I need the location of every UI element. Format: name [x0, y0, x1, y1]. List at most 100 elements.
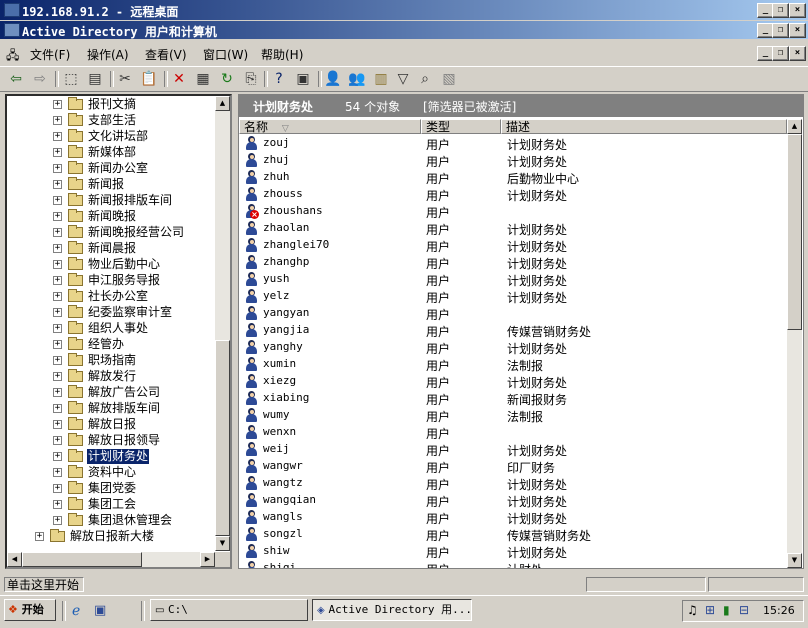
expand-icon[interactable]: +: [53, 196, 62, 205]
start-button[interactable]: ❖ 开始: [4, 599, 56, 621]
expand-icon[interactable]: +: [53, 436, 62, 445]
tree-scroll-right-button[interactable]: ▶: [200, 552, 215, 567]
expand-icon[interactable]: +: [53, 132, 62, 141]
menu-help[interactable]: 帮助(H): [261, 46, 303, 63]
app-close-button[interactable]: ×: [789, 23, 806, 38]
expand-icon[interactable]: +: [53, 260, 62, 269]
table-row[interactable]: yanghy 用户 计划财务处: [239, 339, 787, 356]
expand-icon[interactable]: +: [53, 420, 62, 429]
column-header-type[interactable]: 类型: [421, 119, 501, 134]
table-row[interactable]: yush 用户 计划财务处: [239, 271, 787, 288]
table-row[interactable]: yelz 用户 计划财务处: [239, 288, 787, 305]
mdi-restore-button[interactable]: ❐: [772, 46, 789, 61]
refresh-icon[interactable]: ↻: [218, 70, 236, 88]
cut-icon[interactable]: ✂: [116, 70, 134, 88]
expand-icon[interactable]: +: [53, 340, 62, 349]
help-icon[interactable]: ?: [270, 70, 288, 88]
properties-icon[interactable]: ▦: [194, 70, 212, 88]
rdp-restore-button[interactable]: ❐: [772, 3, 789, 18]
expand-icon[interactable]: +: [53, 148, 62, 157]
table-row[interactable]: wangqian 用户 计划财务处: [239, 492, 787, 509]
tree-scroll-up-button[interactable]: ▲: [215, 96, 230, 111]
table-row[interactable]: zhouss 用户 计划财务处: [239, 186, 787, 203]
column-header-desc[interactable]: 描述: [501, 119, 787, 134]
menu-file[interactable]: 文件(F): [30, 46, 70, 63]
expand-icon[interactable]: +: [53, 244, 62, 253]
table-row[interactable]: wenxn 用户: [239, 424, 787, 441]
table-row[interactable]: zhanglei70 用户 计划财务处: [239, 237, 787, 254]
expand-icon[interactable]: +: [53, 324, 62, 333]
new-ou-icon[interactable]: ▥: [372, 70, 390, 88]
network-tray-icon[interactable]: ⊞: [705, 603, 715, 617]
expand-icon[interactable]: +: [53, 164, 62, 173]
rdp-close-button[interactable]: ×: [789, 3, 806, 18]
menu-action[interactable]: 操作(A): [87, 46, 129, 63]
expand-icon[interactable]: +: [53, 276, 62, 285]
details-scroll-down-button[interactable]: ▼: [787, 553, 802, 568]
menu-view[interactable]: 查看(V): [145, 46, 187, 63]
expand-icon[interactable]: +: [53, 228, 62, 237]
table-row[interactable]: zouj 用户 计划财务处: [239, 135, 787, 152]
expand-icon[interactable]: +: [53, 180, 62, 189]
paste-icon[interactable]: 📋: [140, 70, 158, 88]
tree-hscroll-thumb[interactable]: [22, 552, 142, 567]
details-scroll-up-button[interactable]: ▲: [787, 119, 802, 134]
expand-icon[interactable]: +: [53, 292, 62, 301]
new-user-icon[interactable]: 👤: [324, 70, 342, 88]
show-desktop-icon[interactable]: ▣: [94, 603, 106, 618]
tree-scroll-down-button[interactable]: ▼: [215, 536, 230, 551]
up-folder-icon[interactable]: ⬚: [62, 70, 80, 88]
table-row[interactable]: wangtz 用户 计划财务处: [239, 475, 787, 492]
security-tray-icon[interactable]: ▮: [723, 603, 730, 617]
table-row[interactable]: wangwr 用户 印厂财务: [239, 458, 787, 475]
speaker-tray-icon[interactable]: ♫: [687, 603, 698, 617]
table-row[interactable]: xiabing 用户 新闻报财务: [239, 390, 787, 407]
table-row[interactable]: zhuh 用户 后勤物业中心: [239, 169, 787, 186]
table-row[interactable]: xiezg 用户 计划财务处: [239, 373, 787, 390]
filter-icon[interactable]: ▽: [394, 70, 412, 88]
table-row[interactable]: × zhoushans 用户: [239, 203, 787, 220]
table-row[interactable]: zhaolan 用户 计划财务处: [239, 220, 787, 237]
expand-icon[interactable]: +: [53, 100, 62, 109]
menu-window[interactable]: 窗口(W): [203, 46, 248, 63]
table-row[interactable]: songzl 用户 传媒营销财务处: [239, 526, 787, 543]
tree-scroll-left-button[interactable]: ◀: [7, 552, 22, 567]
expand-icon[interactable]: +: [53, 388, 62, 397]
expand-icon[interactable]: +: [53, 500, 62, 509]
table-row[interactable]: xumin 用户 法制报: [239, 356, 787, 373]
add-to-group-icon[interactable]: ▧: [440, 70, 458, 88]
delete-icon[interactable]: ✕: [170, 70, 188, 88]
expand-icon[interactable]: +: [53, 516, 62, 525]
table-row[interactable]: wumy 用户 法制报: [239, 407, 787, 424]
show-tree-icon[interactable]: ▤: [86, 70, 104, 88]
expand-icon[interactable]: +: [53, 308, 62, 317]
expand-icon[interactable]: +: [53, 452, 62, 461]
connection-tray-icon[interactable]: ⊟: [739, 603, 749, 617]
column-header-name[interactable]: 名称 ▽: [239, 119, 421, 134]
table-row[interactable]: shiw 用户 计划财务处: [239, 543, 787, 560]
expand-icon[interactable]: +: [53, 212, 62, 221]
find-icon[interactable]: ⌕: [416, 70, 434, 88]
table-row[interactable]: yangyan 用户: [239, 305, 787, 322]
expand-icon[interactable]: +: [53, 484, 62, 493]
expand-icon[interactable]: +: [35, 532, 44, 541]
expand-icon[interactable]: +: [53, 116, 62, 125]
expand-icon[interactable]: +: [53, 404, 62, 413]
tree-vscroll-thumb[interactable]: [215, 340, 230, 536]
table-row[interactable]: zhanghp 用户 计划财务处: [239, 254, 787, 271]
table-row[interactable]: zhuj 用户 计划财务处: [239, 152, 787, 169]
details-vscroll-thumb[interactable]: [787, 134, 802, 330]
back-icon[interactable]: ⇦: [7, 70, 25, 88]
app-restore-button[interactable]: ❐: [772, 23, 789, 38]
mmc-system-icon[interactable]: 🖧: [6, 46, 20, 62]
export-icon[interactable]: ⎘: [242, 70, 260, 88]
new-group-icon[interactable]: 👥: [348, 70, 366, 88]
expand-icon[interactable]: +: [53, 356, 62, 365]
forward-icon[interactable]: ⇨: [31, 70, 49, 88]
ie-quicklaunch-icon[interactable]: ℯ: [72, 603, 80, 619]
expand-icon[interactable]: +: [53, 372, 62, 381]
table-row[interactable]: weij 用户 计划财务处: [239, 441, 787, 458]
table-row[interactable]: wangls 用户 计划财务处: [239, 509, 787, 526]
table-row[interactable]: yangjia 用户 传媒营销财务处: [239, 322, 787, 339]
task-cmd[interactable]: ▭ C:\: [150, 599, 308, 621]
